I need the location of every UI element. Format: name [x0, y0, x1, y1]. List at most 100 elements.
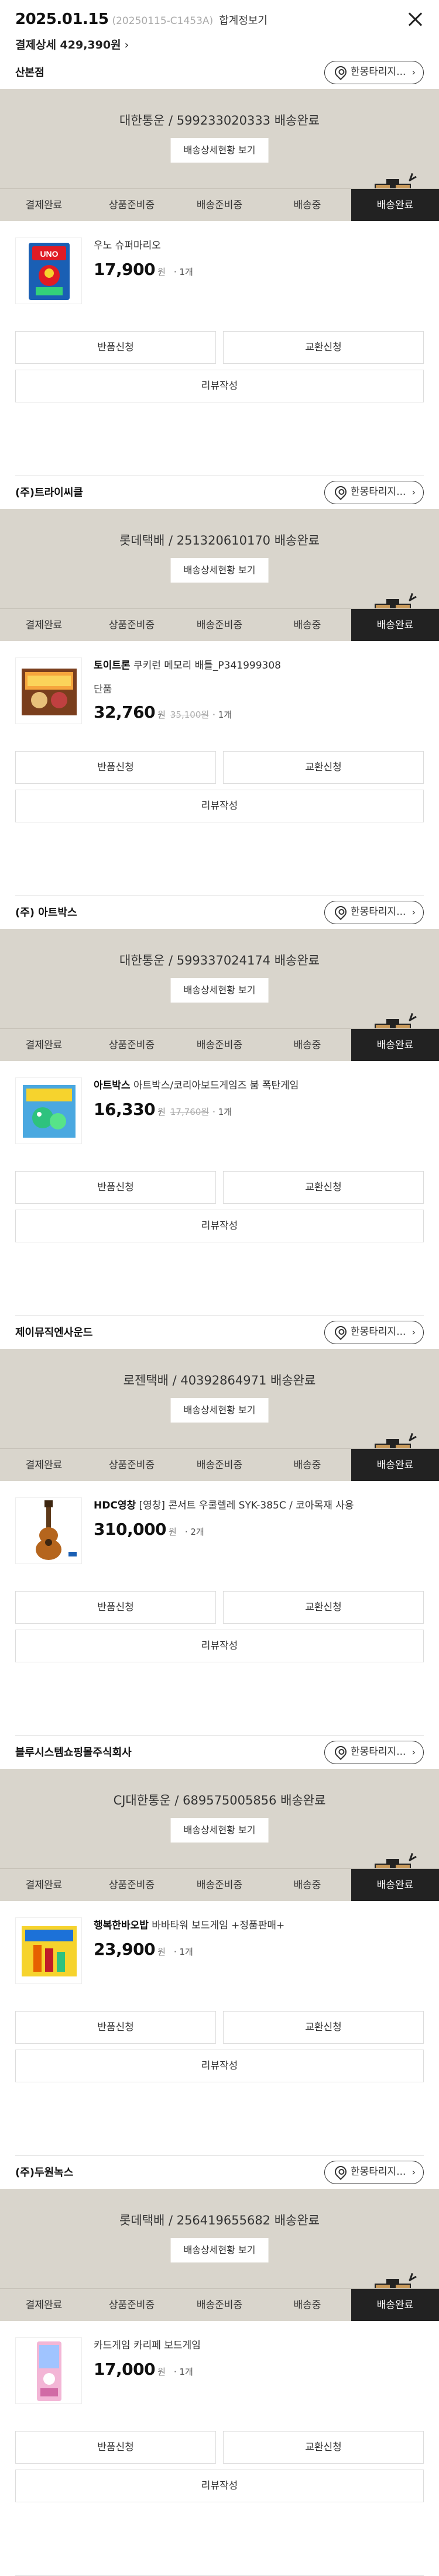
write-review-button[interactable]: 리뷰작성: [15, 790, 424, 822]
exchange-request-button[interactable]: 교환신청: [223, 2431, 424, 2464]
delivery-detail-button[interactable]: 배송상세현황 보기: [170, 1398, 269, 1423]
cookie-run-game-box[interactable]: [15, 657, 82, 724]
product-row[interactable]: UNO 우노 슈퍼마리오 17,900 원 · 1개: [0, 221, 439, 322]
product-name: HDC영창 [영창] 콘서트 우쿨렐레 SYK-385C / 코아목재 사용: [94, 1499, 427, 1513]
delivery-steps: 결제완료 상품준비중 배송준비중 배송중 배송완료: [0, 188, 439, 221]
return-address-button[interactable]: 한몽타리지... ›: [324, 1321, 424, 1344]
delivery-steps: 결제완료 상품준비중 배송준비중 배송중 배송완료: [0, 2288, 439, 2321]
return-request-button[interactable]: 반품신청: [15, 331, 216, 364]
step-5: 배송완료: [351, 1869, 439, 1901]
return-request-button[interactable]: 반품신청: [15, 751, 216, 784]
product-row[interactable]: 아트박스 아트박스/코리아보드게임즈 붐 폭탄게임 16,330 원 17,760원…: [0, 1061, 439, 1162]
product-title: 바바타워 보드게임 +정품판매+: [148, 1920, 285, 1931]
product-title: 쿠키런 메모리 배틀_P341999308: [130, 660, 281, 671]
order-section: 블루시스템쇼핑몰주식회사 한몽타리지... › CJ대한통운 / 6895750…: [0, 1736, 439, 2156]
seller-row: 제이뮤직엔사운드 한몽타리지... ›: [0, 1316, 439, 1349]
write-review-button[interactable]: 리뷰작성: [15, 2470, 424, 2502]
bomb-game-box[interactable]: [15, 1077, 82, 1144]
step-2: 상품준비중: [108, 619, 155, 631]
return-address-label: 한몽타리지...: [351, 66, 406, 78]
step-2: 상품준비중: [108, 1879, 155, 1891]
exchange-request-button[interactable]: 교환신청: [223, 1591, 424, 1624]
step-2: 상품준비중: [108, 199, 155, 211]
location-pin-icon: [332, 903, 349, 921]
close-icon[interactable]: [406, 11, 424, 28]
delivery-status-panel: 롯데택배 / 256419655682 배송완료 배송상세현황 보기 결제완료 상…: [0, 2189, 439, 2321]
ukulele-image[interactable]: [15, 1497, 82, 1564]
product-price: 17,900: [94, 260, 156, 279]
chevron-right-icon: ›: [124, 39, 129, 51]
step-4: 배송중: [293, 199, 321, 211]
step-1: 결제완료: [25, 199, 63, 211]
quantity: · 1개: [212, 710, 232, 720]
write-review-button[interactable]: 리뷰작성: [15, 1210, 424, 1242]
order-actions: 반품신청 교환신청 리뷰작성: [15, 1171, 424, 1242]
step-3: 배송준비중: [196, 199, 243, 211]
card-game-box[interactable]: [15, 2337, 82, 2404]
carrier-tracking: 대한통운 / 599233020333 배송완료: [119, 113, 320, 128]
order-actions: 반품신청 교환신청 리뷰작성: [15, 1591, 424, 1662]
chevron-right-icon: ›: [411, 67, 416, 78]
exchange-request-button[interactable]: 교환신청: [223, 1171, 424, 1204]
quantity: · 1개: [212, 1107, 232, 1117]
product-row[interactable]: 행복한바오밥 바바타워 보드게임 +정품판매+ 23,900 원 · 1개: [0, 1901, 439, 2002]
chevron-right-icon: ›: [411, 1327, 416, 1338]
price-row: 17,000 원 · 1개: [94, 2360, 427, 2379]
delivery-detail-button[interactable]: 배송상세현황 보기: [170, 2238, 269, 2262]
seller-row: 블루시스템쇼핑몰주식회사 한몽타리지... ›: [0, 1736, 439, 1769]
return-address-button[interactable]: 한몽타리지... ›: [324, 481, 424, 504]
product-row[interactable]: HDC영창 [영창] 콘서트 우쿨렐레 SYK-385C / 코아목재 사용 3…: [0, 1481, 439, 1582]
order-date: 2025.01.15: [15, 11, 109, 28]
carrier-tracking: 롯데택배 / 256419655682 배송완료: [119, 2213, 320, 2227]
seller-row: (주)두원녹스 한몽타리지... ›: [0, 2156, 439, 2189]
delivery-steps: 결제완료 상품준비중 배송준비중 배송중 배송완료: [0, 1028, 439, 1061]
return-request-button[interactable]: 반품신청: [15, 2431, 216, 2464]
seller-name: 제이뮤직엔사운드: [15, 1327, 93, 1339]
quantity: · 2개: [184, 1527, 204, 1537]
return-request-button[interactable]: 반품신청: [15, 2011, 216, 2044]
delivery-status-panel: CJ대한통운 / 689575005856 배송완료 배송상세현황 보기 결제완…: [0, 1769, 439, 1901]
delivery-detail-button[interactable]: 배송상세현황 보기: [170, 558, 269, 583]
step-3: 배송준비중: [196, 2299, 243, 2311]
product-brand: 행복한바오밥: [94, 1920, 149, 1931]
product-brand: 토이트론: [94, 660, 131, 671]
exchange-request-button[interactable]: 교환신청: [223, 331, 424, 364]
step-1: 결제완료: [25, 1879, 63, 1891]
step-1: 결제완료: [25, 619, 63, 631]
return-address-label: 한몽타리지...: [351, 906, 406, 918]
exchange-request-button[interactable]: 교환신청: [223, 2011, 424, 2044]
step-1: 결제완료: [25, 1039, 63, 1051]
product-info: HDC영창 [영창] 콘서트 우쿨렐레 SYK-385C / 코아목재 사용 3…: [94, 1499, 427, 1539]
order-section: 산본점 한몽타리지... › 대한통운 / 599233020333 배송완료 …: [0, 56, 439, 476]
chevron-right-icon: ›: [411, 907, 416, 918]
product-row[interactable]: 카드게임 카리페 보드게임 17,000 원 · 1개: [0, 2321, 439, 2422]
merge-view-link[interactable]: 합계정보기: [219, 15, 267, 27]
product-row[interactable]: 토이트론 쿠키런 메모리 배틀_P341999308 단품 32,760 원 35,…: [0, 641, 439, 742]
write-review-button[interactable]: 리뷰작성: [15, 370, 424, 402]
payment-detail-link[interactable]: 결제상세 429,390원 ›: [15, 36, 424, 52]
return-address-button[interactable]: 한몽타리지... ›: [324, 61, 424, 84]
tower-game-box[interactable]: [15, 1917, 82, 1984]
write-review-button[interactable]: 리뷰작성: [15, 1630, 424, 1662]
original-price: 35,100원: [170, 710, 210, 720]
location-pin-icon: [332, 63, 349, 81]
return-request-button[interactable]: 반품신청: [15, 1171, 216, 1204]
write-review-button[interactable]: 리뷰작성: [15, 2050, 424, 2082]
delivery-detail-button[interactable]: 배송상세현황 보기: [170, 138, 269, 163]
return-request-button[interactable]: 반품신청: [15, 1591, 216, 1624]
product-title: [영창] 콘서트 우쿨렐레 SYK-385C / 코아목재 사용: [136, 1500, 354, 1511]
carrier-tracking: 롯데택배 / 251320610170 배송완료: [119, 533, 320, 547]
product-price: 310,000: [94, 1520, 167, 1539]
return-address-button[interactable]: 한몽타리지... ›: [324, 1741, 424, 1764]
uno-card-game-box[interactable]: UNO: [15, 237, 82, 304]
step-1: 결제완료: [25, 1459, 63, 1471]
return-address-label: 한몽타리지...: [351, 486, 406, 498]
return-address-button[interactable]: 한몽타리지... ›: [324, 2161, 424, 2184]
exchange-request-button[interactable]: 교환신청: [223, 751, 424, 784]
product-info: 카드게임 카리페 보드게임 17,000 원 · 1개: [94, 2339, 427, 2379]
delivery-detail-button[interactable]: 배송상세현황 보기: [170, 978, 269, 1003]
currency-unit: 원: [157, 1107, 166, 1117]
return-address-button[interactable]: 한몽타리지... ›: [324, 901, 424, 924]
delivery-detail-button[interactable]: 배송상세현황 보기: [170, 1818, 269, 1843]
product-brand: HDC영창: [94, 1500, 136, 1511]
